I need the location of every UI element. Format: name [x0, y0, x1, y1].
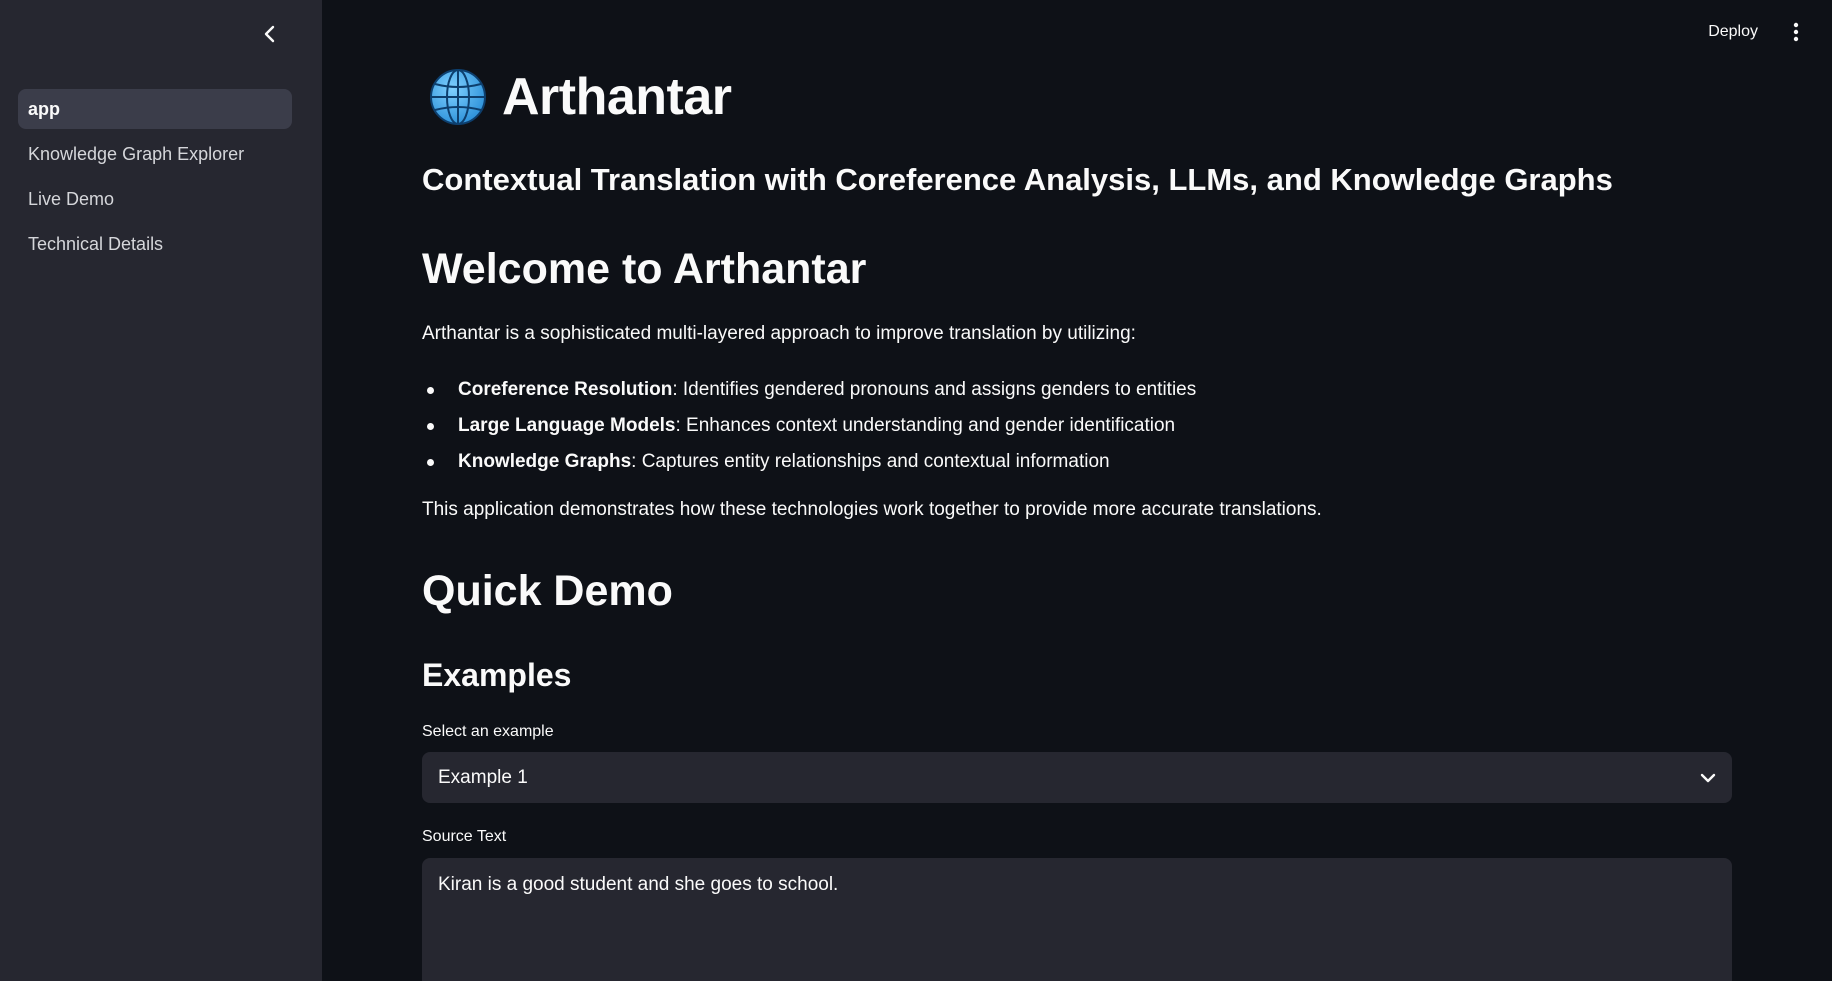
- select-value: Example 1: [438, 766, 528, 788]
- page-subtitle: Contextual Translation with Coreference …: [422, 162, 1613, 197]
- sidebar-nav: app Knowledge Graph Explorer Live Demo T…: [18, 89, 292, 269]
- list-item: Large Language Models: Enhances context …: [422, 408, 1622, 444]
- title-row: Arthantar: [422, 62, 732, 132]
- sidebar: app Knowledge Graph Explorer Live Demo T…: [0, 0, 322, 981]
- page-title: Arthantar: [502, 68, 732, 126]
- feature-list: Coreference Resolution: Identifies gende…: [422, 372, 1622, 480]
- feature-term: Knowledge Graphs: [458, 451, 632, 472]
- vertical-dots-icon: [1793, 22, 1799, 42]
- sidebar-item-label: Live Demo: [28, 188, 115, 209]
- sidebar-item-technical-details[interactable]: Technical Details: [18, 224, 292, 264]
- sidebar-item-label: app: [28, 98, 61, 119]
- feature-description: : Captures entity relationships and cont…: [631, 451, 1110, 472]
- sidebar-item-label: Knowledge Graph Explorer: [28, 143, 245, 164]
- header-toolbar: Deploy: [1632, 0, 1832, 62]
- source-text-label: Source Text: [422, 828, 507, 845]
- feature-description: : Identifies gendered pronouns and assig…: [672, 379, 1197, 400]
- examples-heading: Examples: [422, 657, 572, 693]
- list-item: Coreference Resolution: Identifies gende…: [422, 372, 1622, 408]
- feature-term: Coreference Resolution: [458, 379, 673, 400]
- sidebar-item-live-demo[interactable]: Live Demo: [18, 179, 292, 219]
- sidebar-item-label: Technical Details: [28, 233, 164, 254]
- example-select[interactable]: Example 1: [422, 752, 1732, 803]
- sidebar-item-app[interactable]: app: [18, 89, 292, 129]
- chevron-down-icon: [1700, 773, 1716, 782]
- chevron-left-icon: [264, 25, 275, 43]
- globe-icon: [430, 69, 486, 125]
- sidebar-item-knowledge-graph-explorer[interactable]: Knowledge Graph Explorer: [18, 134, 292, 174]
- welcome-heading: Welcome to Arthantar: [422, 245, 867, 293]
- app-window: app Knowledge Graph Explorer Live Demo T…: [0, 0, 1832, 981]
- feature-term: Large Language Models: [458, 415, 676, 436]
- select-example-label: Select an example: [422, 723, 554, 740]
- source-text-input[interactable]: Kiran is a good student and she goes to …: [422, 858, 1732, 981]
- closing-text: This application demonstrates how these …: [422, 499, 1322, 520]
- quick-demo-heading: Quick Demo: [422, 567, 673, 615]
- feature-description: : Enhances context understanding and gen…: [675, 415, 1176, 436]
- collapse-sidebar-button[interactable]: [258, 22, 282, 46]
- intro-text: Arthantar is a sophisticated multi-layer…: [422, 323, 1136, 344]
- deploy-button[interactable]: Deploy: [1708, 18, 1758, 46]
- list-item: Knowledge Graphs: Captures entity relati…: [422, 444, 1622, 480]
- main-menu-button[interactable]: [1788, 20, 1804, 44]
